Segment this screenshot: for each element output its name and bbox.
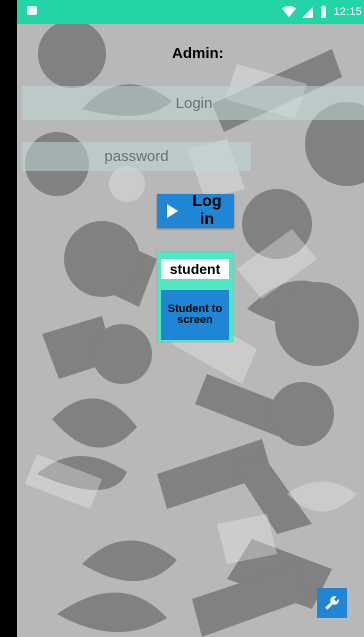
app-screen: 12:15 Admin: Login Log in student Studen…: [17, 0, 364, 637]
signal-icon: [302, 6, 314, 18]
tools-button[interactable]: [317, 588, 347, 618]
password-input[interactable]: [22, 142, 251, 171]
status-bar: 12:15: [17, 0, 364, 24]
login-button-label: Log in: [192, 193, 222, 228]
page-title: Admin:: [172, 45, 224, 62]
student-to-screen-button[interactable]: Student to screen: [161, 290, 229, 340]
battery-icon: [321, 5, 327, 18]
wifi-icon: [282, 6, 297, 18]
login-button[interactable]: Log in: [157, 193, 234, 228]
status-icons: 12:15: [282, 3, 362, 21]
wrench-icon: [325, 596, 339, 610]
login-input[interactable]: [22, 86, 364, 120]
main-content: Admin: Log in Student to screen: [17, 24, 364, 637]
play-icon: [167, 204, 178, 218]
status-time: 12:15: [333, 6, 362, 18]
student-button-label: Student to screen: [167, 303, 223, 326]
student-card: Student to screen: [157, 252, 233, 342]
notification-icon: [27, 6, 37, 15]
student-input[interactable]: [161, 259, 229, 279]
